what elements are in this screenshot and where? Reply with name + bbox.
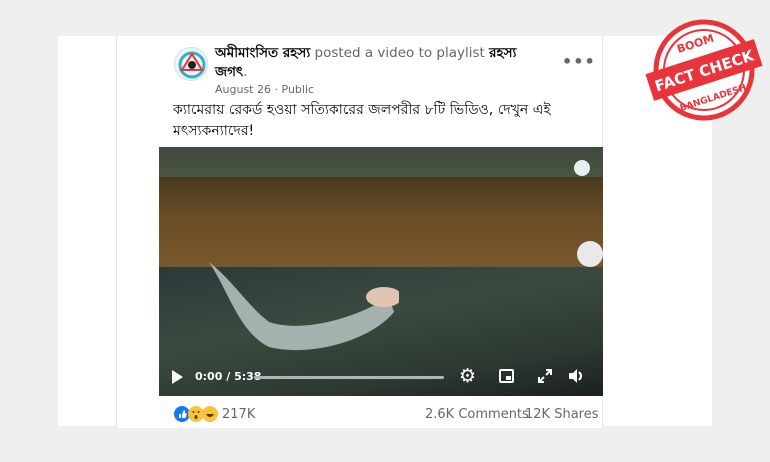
play-icon[interactable] [172, 370, 183, 384]
post-caption: ক্যামেরায় রেকর্ড হওয়া সত্যিকারের জলপরী… [173, 102, 551, 139]
shares-count[interactable]: 12K Shares [525, 407, 599, 422]
meta-separator: · [271, 83, 282, 96]
post-meta: August 26 · Public [215, 83, 314, 96]
volume-icon[interactable] [567, 367, 585, 385]
privacy-label: Public [281, 83, 315, 96]
playlist-end: . [243, 64, 248, 80]
wow-icon [188, 406, 204, 422]
video-time: 0:00 / 5:38 [195, 370, 261, 383]
action-text: posted a video to playlist [310, 45, 490, 61]
time-separator: / [222, 370, 235, 383]
eye-logo-icon [178, 51, 206, 79]
video-progress-bar[interactable] [254, 376, 444, 379]
video-player[interactable] [159, 147, 603, 396]
settings-gear-icon[interactable]: ⚙ [459, 366, 476, 386]
post-header: অমীমাংসিত রহস্য posted a video to playli… [215, 44, 545, 82]
current-time: 0:00 [195, 370, 223, 383]
post-date-link[interactable]: August 26 [215, 83, 271, 96]
boom-fact-check-badge: BOOM FACT CHECK BANGLADESH [645, 19, 763, 121]
reaction-count[interactable]: 217K [222, 407, 255, 422]
page-name-link[interactable]: অমীমাংসিত রহস্য [215, 45, 310, 61]
picture-in-picture-icon[interactable] [499, 369, 514, 383]
video-watermark-icon [574, 160, 590, 176]
page-avatar[interactable] [174, 47, 208, 81]
mermaid-figure [209, 262, 399, 351]
fullscreen-expand-icon[interactable] [537, 368, 553, 384]
worker-helmet [577, 241, 603, 267]
more-options-button[interactable]: ••• [562, 52, 596, 71]
comments-count[interactable]: 2.6K Comments [425, 407, 529, 422]
reaction-icons[interactable] [174, 405, 220, 423]
